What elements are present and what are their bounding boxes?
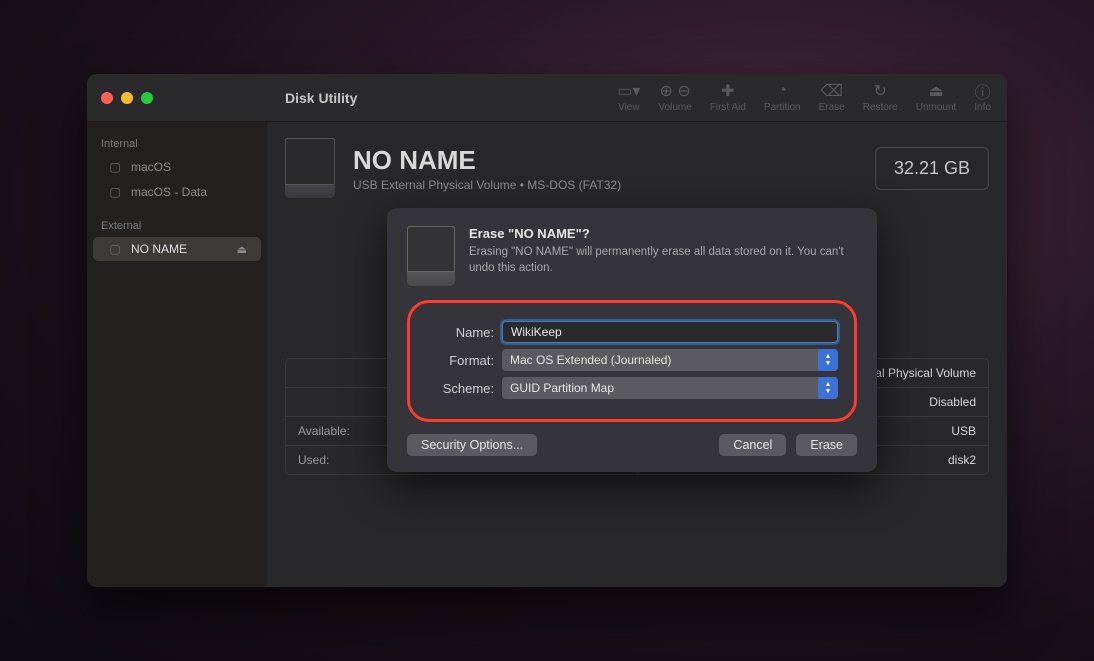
first-aid-tool[interactable]: ✚First Aid <box>710 82 746 113</box>
security-options-button[interactable]: Security Options... <box>407 434 537 456</box>
erase-button[interactable]: Erase <box>796 434 857 456</box>
unmount-tool[interactable]: ⏏Unmount <box>916 82 957 113</box>
sidebar-item-label: NO NAME <box>131 242 187 256</box>
format-label: Format: <box>426 353 502 368</box>
select-arrows-icon: ▲▼ <box>818 349 838 371</box>
disk-icon: ▢ <box>107 160 123 174</box>
sidebar-icon: ▭▾ <box>617 82 640 100</box>
sidebar: Internal ▢ macOS ▢ macOS - Data External… <box>87 122 267 587</box>
info-value: disk2 <box>948 453 976 467</box>
dialog-text: Erasing "NO NAME" will permanently erase… <box>469 245 857 276</box>
sidebar-item-label: macOS <box>131 160 171 174</box>
window-controls <box>101 92 153 104</box>
info-key: Used: <box>298 453 329 467</box>
sidebar-item-label: macOS - Data <box>131 185 207 199</box>
window-title: Disk Utility <box>285 90 357 106</box>
capacity-box: 32.21 GB <box>875 147 989 190</box>
toolbar: ▭▾View ⊕ ⊖Volume ✚First Aid ◔Partition ⌫… <box>357 82 1007 113</box>
eject-icon[interactable]: ⏏ <box>237 243 247 256</box>
volume-subtitle: USB External Physical Volume • MS-DOS (F… <box>353 178 621 192</box>
stethoscope-icon: ✚ <box>721 82 734 100</box>
partition-tool[interactable]: ◔Partition <box>764 82 801 113</box>
disk-icon: ▢ <box>107 185 123 199</box>
info-icon: ⓘ <box>975 82 991 100</box>
erase-form-highlight: Name: Format: Mac OS Extended (Journaled… <box>407 300 857 422</box>
view-tool[interactable]: ▭▾View <box>617 82 640 113</box>
scheme-select[interactable]: GUID Partition Map ▲▼ <box>502 377 838 399</box>
info-value: Disabled <box>929 395 976 409</box>
volume-icon <box>285 138 335 198</box>
sidebar-header-internal: Internal <box>87 132 267 154</box>
plus-minus-icon: ⊕ ⊖ <box>659 82 690 100</box>
cancel-button[interactable]: Cancel <box>719 434 786 456</box>
erase-dialog: Erase "NO NAME"? Erasing "NO NAME" will … <box>387 208 877 472</box>
name-input[interactable] <box>502 321 838 343</box>
format-select[interactable]: Mac OS Extended (Journaled) ▲▼ <box>502 349 838 371</box>
restore-tool[interactable]: ↻Restore <box>863 82 898 113</box>
name-label: Name: <box>426 325 502 340</box>
info-value: USB <box>951 424 976 438</box>
minimize-window-button[interactable] <box>121 92 133 104</box>
restore-icon: ↻ <box>874 82 887 100</box>
close-window-button[interactable] <box>101 92 113 104</box>
eject-icon: ⏏ <box>928 82 943 100</box>
fullscreen-window-button[interactable] <box>141 92 153 104</box>
erase-tool[interactable]: ⌫Erase <box>819 82 845 113</box>
sidebar-item-macos[interactable]: ▢ macOS <box>93 155 261 179</box>
select-arrows-icon: ▲▼ <box>818 377 838 399</box>
sidebar-header-external: External <box>87 214 267 236</box>
info-key: Available: <box>298 424 350 438</box>
scheme-label: Scheme: <box>426 381 502 396</box>
info-tool[interactable]: ⓘInfo <box>974 82 991 113</box>
pie-icon: ◔ <box>777 82 787 100</box>
scheme-select-value: GUID Partition Map <box>510 381 614 395</box>
dialog-disk-icon <box>407 226 455 286</box>
sidebar-item-macos-data[interactable]: ▢ macOS - Data <box>93 180 261 204</box>
erase-icon: ⌫ <box>820 82 843 100</box>
external-disk-icon: ▢ <box>107 242 123 256</box>
dialog-title: Erase "NO NAME"? <box>469 226 857 241</box>
disk-utility-window: Disk Utility ▭▾View ⊕ ⊖Volume ✚First Aid… <box>87 74 1007 587</box>
volume-name: NO NAME <box>353 145 621 176</box>
sidebar-item-no-name[interactable]: ▢ NO NAME ⏏ <box>93 237 261 261</box>
titlebar: Disk Utility ▭▾View ⊕ ⊖Volume ✚First Aid… <box>87 74 1007 122</box>
format-select-value: Mac OS Extended (Journaled) <box>510 353 671 367</box>
volume-tool[interactable]: ⊕ ⊖Volume <box>658 82 691 113</box>
